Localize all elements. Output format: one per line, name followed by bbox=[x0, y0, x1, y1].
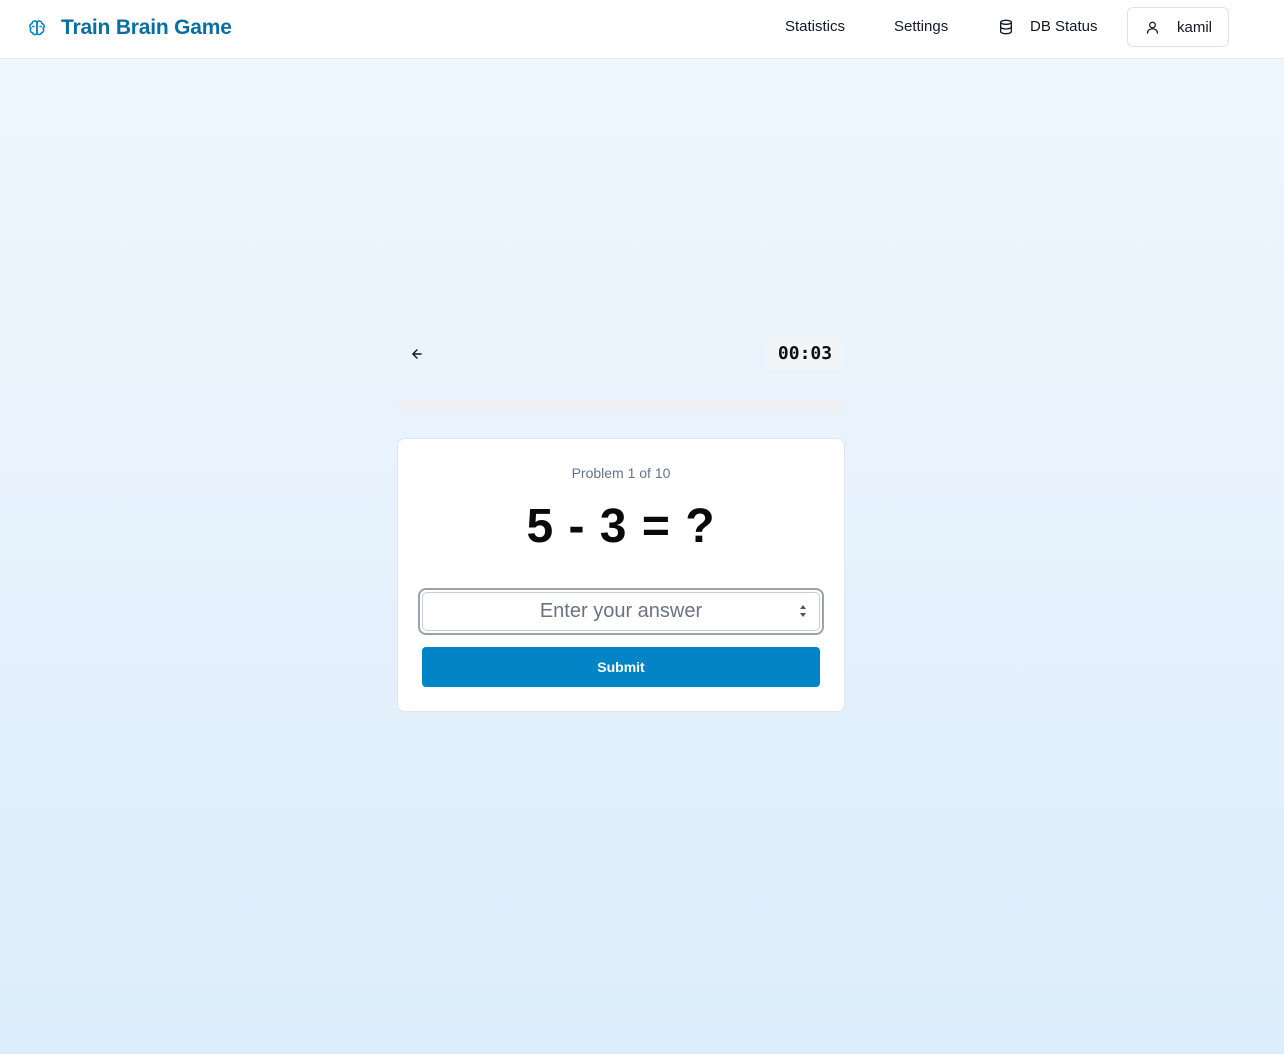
brand-link[interactable]: Train Brain Game bbox=[28, 14, 232, 42]
submit-button[interactable]: Submit bbox=[422, 647, 820, 687]
db-status-label: DB Status bbox=[1030, 18, 1098, 35]
number-spinner-icon[interactable] bbox=[798, 602, 808, 620]
answer-field-focus-ring bbox=[418, 588, 824, 635]
nav-db-status[interactable]: DB Status bbox=[998, 18, 1098, 35]
progress-bar bbox=[397, 399, 844, 413]
answer-input[interactable] bbox=[422, 592, 820, 631]
problem-card: Problem 1 of 10 5 - 3 = ? Submit bbox=[397, 438, 845, 712]
timer-display: 00:03 bbox=[767, 336, 843, 370]
arrow-left-icon bbox=[410, 347, 424, 361]
top-navbar: Train Brain Game Statistics Settings DB … bbox=[0, 0, 1284, 59]
nav-statistics[interactable]: Statistics bbox=[785, 18, 845, 35]
username-label: kamil bbox=[1177, 18, 1213, 36]
problem-counter: Problem 1 of 10 bbox=[571, 465, 671, 481]
database-icon bbox=[998, 19, 1014, 35]
app-title: Train Brain Game bbox=[61, 16, 232, 39]
user-menu-button[interactable]: kamil bbox=[1127, 7, 1229, 47]
brain-icon bbox=[28, 19, 46, 37]
user-icon bbox=[1145, 20, 1160, 35]
nav-settings[interactable]: Settings bbox=[894, 18, 948, 35]
back-button[interactable] bbox=[405, 342, 429, 366]
problem-expression: 5 - 3 = ? bbox=[526, 500, 716, 553]
